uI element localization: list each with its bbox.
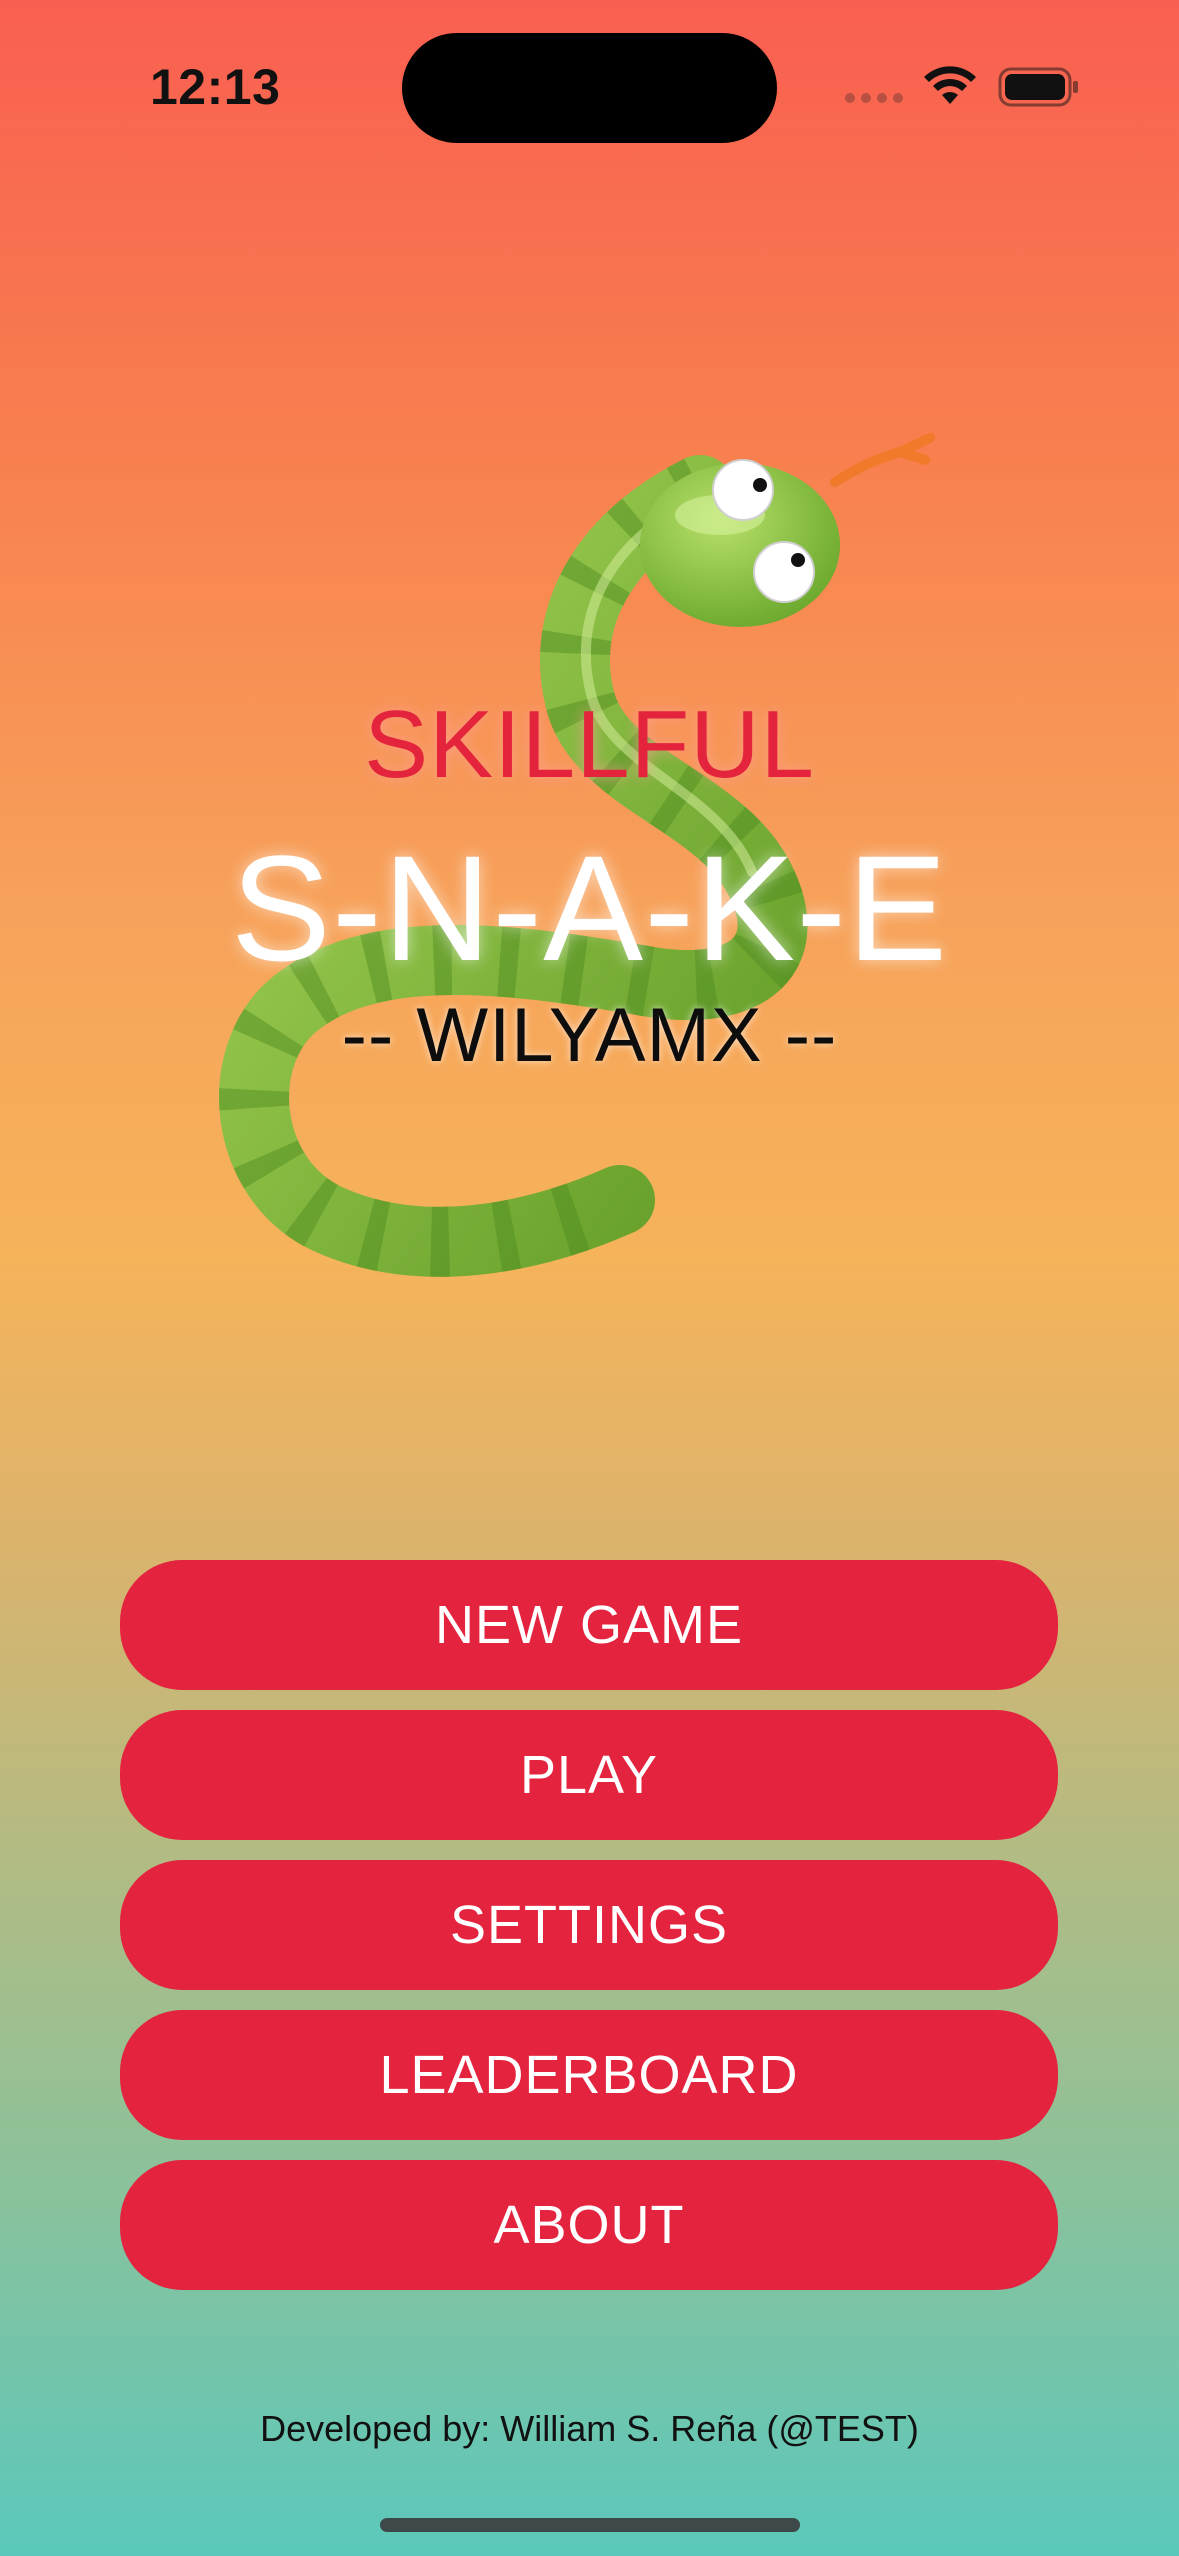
leaderboard-button[interactable]: LEADERBOARD bbox=[120, 2010, 1058, 2140]
developer-credit: Developed by: William S. Reña (@TEST) bbox=[260, 2408, 919, 2449]
status-bar: 12:13 bbox=[0, 0, 1179, 160]
status-time: 12:13 bbox=[150, 59, 281, 115]
about-button[interactable]: ABOUT bbox=[120, 2160, 1058, 2290]
title-author: -- WILYAMX -- bbox=[341, 993, 838, 1078]
battery-icon bbox=[998, 67, 1078, 107]
title-skillful: SKILLFUL bbox=[364, 691, 815, 798]
title-snake: S-N-A-K-E bbox=[230, 824, 949, 992]
wifi-icon bbox=[924, 66, 976, 104]
main-menu: NEW GAME PLAY SETTINGS LEADERBOARD ABOUT bbox=[120, 1560, 1058, 2310]
new-game-button[interactable]: NEW GAME bbox=[120, 1560, 1058, 1690]
home-indicator[interactable] bbox=[380, 2518, 800, 2532]
settings-button[interactable]: SETTINGS bbox=[120, 1860, 1058, 1990]
dynamic-island bbox=[402, 33, 777, 143]
play-button[interactable]: PLAY bbox=[120, 1710, 1058, 1840]
signal-icon bbox=[845, 93, 903, 103]
